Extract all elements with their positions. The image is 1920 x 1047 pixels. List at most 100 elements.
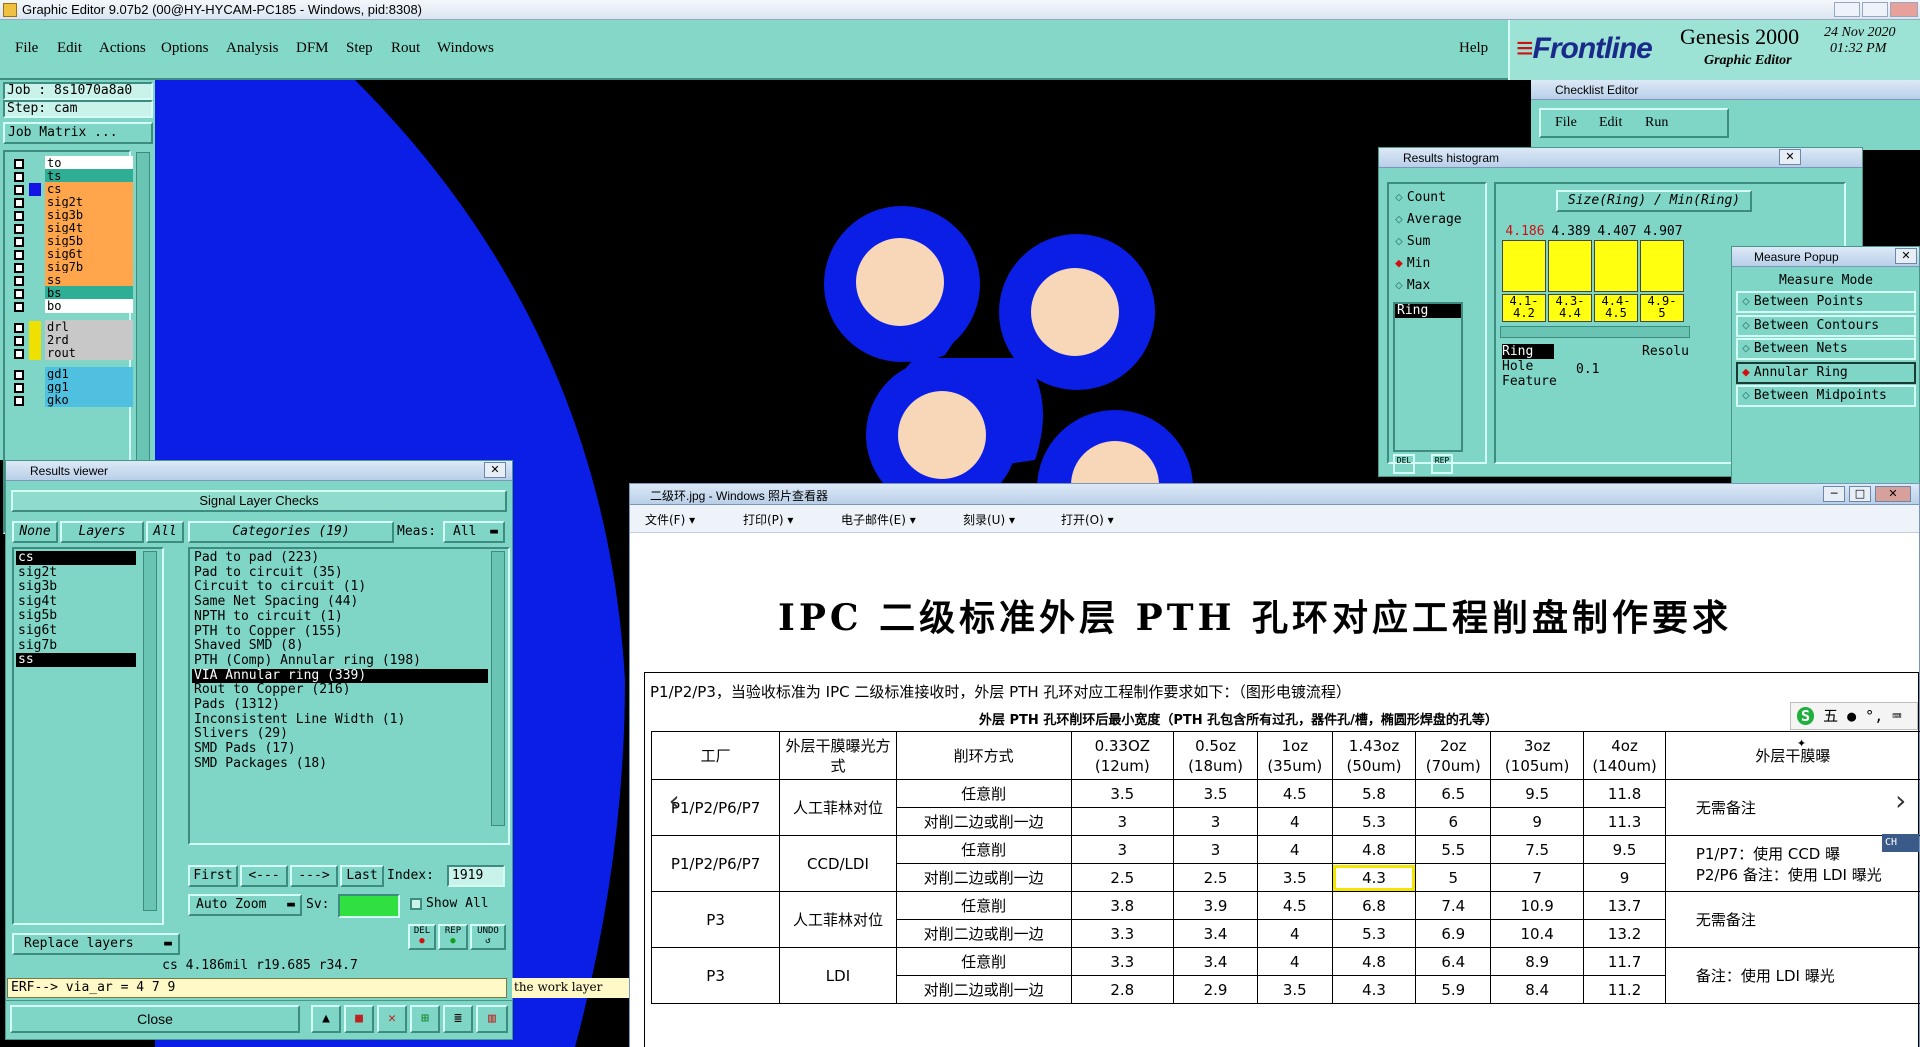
menu-options[interactable]: Options	[161, 40, 209, 57]
viewer-minimize-icon[interactable]: ─	[1823, 486, 1845, 502]
prev-image-icon[interactable]: ‹	[666, 784, 683, 817]
next-button[interactable]: --->	[290, 865, 338, 887]
layer-checkbox[interactable]	[14, 198, 24, 208]
ime-toolbar[interactable]: S 五 ● °, ⌨ ✦	[1790, 702, 1918, 751]
histogram-rep-button[interactable]: REP	[1431, 454, 1453, 474]
tool-icon-3[interactable]: ✕	[377, 1005, 407, 1033]
category-item[interactable]: Pads (1312)	[192, 698, 488, 712]
rv-layer-item[interactable]: sig4t	[16, 594, 136, 609]
layer-checkbox[interactable]	[14, 370, 24, 380]
viewer-menu-item[interactable]: 刻录(U) ▾	[963, 511, 1015, 528]
menu-rout[interactable]: Rout	[391, 40, 420, 57]
category-item[interactable]: VIA Annular ring (339)	[192, 668, 488, 683]
category-item[interactable]: PTH (Comp) Annular ring (198)	[192, 653, 488, 668]
histogram-field-feature[interactable]: Feature	[1502, 374, 1557, 389]
viewer-close-icon[interactable]: ✕	[1875, 486, 1911, 502]
layer-checkbox[interactable]	[14, 185, 24, 195]
histogram-close-icon[interactable]: ✕	[1779, 149, 1801, 165]
histogram-scrollbar[interactable]	[1500, 326, 1690, 338]
measure-option[interactable]: ◆ Annular Ring	[1736, 361, 1916, 384]
histogram-option-count[interactable]: ◇ Count	[1395, 190, 1446, 205]
histogram-list-item[interactable]: Ring	[1395, 304, 1461, 318]
category-scrollbar[interactable]	[491, 551, 505, 826]
checklist-menu-run[interactable]: Run	[1645, 115, 1668, 131]
rv-layer-item[interactable]: sig2t	[16, 565, 136, 580]
tool-icon-4[interactable]: ⊞	[410, 1005, 440, 1033]
layer-row[interactable]: rout	[11, 346, 133, 361]
layer-checkbox[interactable]	[14, 323, 24, 333]
prev-button[interactable]: <---	[240, 865, 288, 887]
histogram-field-ring[interactable]: Ring	[1502, 344, 1554, 359]
replace-layers-dropdown[interactable]: Replace layers ▬	[12, 933, 180, 955]
rv-layer-item[interactable]: sig5b	[16, 609, 136, 623]
sv-color-dropdown[interactable]	[338, 894, 400, 918]
viewer-menu-item[interactable]: 打印(P) ▾	[743, 511, 793, 528]
histogram-option-sum[interactable]: ◇ Sum	[1395, 234, 1430, 249]
layer-checkbox[interactable]	[14, 289, 24, 299]
undo-button[interactable]: UNDO ↺	[470, 924, 506, 950]
checklist-menu-edit[interactable]: Edit	[1599, 115, 1622, 131]
del-button[interactable]: DEL ●	[408, 924, 436, 950]
maximize-button[interactable]	[1862, 2, 1888, 17]
rv-layer-item[interactable]: sig6t	[16, 624, 136, 638]
layer-checkbox[interactable]	[14, 237, 24, 247]
first-button[interactable]: First	[188, 865, 238, 887]
layer-checkbox[interactable]	[14, 336, 24, 346]
rv-layer-item[interactable]: sig7b	[16, 638, 136, 653]
results-viewer-close-icon[interactable]: ✕	[484, 462, 506, 478]
layer-checkbox[interactable]	[14, 211, 24, 221]
tool-icon-6[interactable]: ▥	[476, 1005, 508, 1033]
rv-layer-item[interactable]: sig3b	[16, 580, 136, 594]
layer-row[interactable]: gko	[11, 393, 133, 408]
rv-layer-item[interactable]: ss	[16, 653, 136, 668]
layer-checkbox[interactable]	[14, 172, 24, 182]
index-input[interactable]: 1919	[447, 865, 505, 887]
menu-edit[interactable]: Edit	[57, 40, 82, 57]
menu-step[interactable]: Step	[346, 40, 373, 57]
menu-file[interactable]: File	[15, 40, 38, 57]
category-item[interactable]: Pad to pad (223)	[192, 551, 488, 565]
menu-windows[interactable]: Windows	[437, 40, 494, 57]
meas-dropdown[interactable]: All ▬	[443, 521, 505, 543]
measure-option[interactable]: ◇ Between Contours	[1736, 314, 1916, 337]
menu-analysis[interactable]: Analysis	[226, 40, 279, 57]
measure-option[interactable]: ◇ Between Nets	[1736, 338, 1916, 360]
layer-checkbox[interactable]	[14, 159, 24, 169]
layer-checkbox[interactable]	[14, 396, 24, 406]
checklist-menu-file[interactable]: File	[1555, 115, 1577, 131]
measure-option[interactable]: ◇ Between Midpoints	[1736, 385, 1916, 407]
category-item[interactable]: Slivers (29)	[192, 727, 488, 741]
rep-button[interactable]: REP ●	[438, 924, 468, 950]
minimize-button[interactable]	[1834, 2, 1860, 17]
categories-button[interactable]: Categories (19)	[188, 521, 394, 543]
category-item[interactable]: Circuit to circuit (1)	[192, 580, 488, 594]
close-window-button[interactable]	[1890, 2, 1918, 17]
menu-dfm[interactable]: DFM	[296, 40, 329, 57]
measure-option[interactable]: ◇ Between Points	[1736, 291, 1916, 313]
layers-button[interactable]: Layers	[60, 521, 144, 543]
layer-checkbox[interactable]	[14, 349, 24, 359]
show-all-checkbox[interactable]	[410, 898, 422, 910]
menu-help[interactable]: Help	[1459, 40, 1488, 57]
layer-checkbox[interactable]	[14, 263, 24, 273]
layer-checkbox[interactable]	[14, 302, 24, 312]
rv-layer-scrollbar[interactable]	[143, 551, 157, 911]
histogram-del-button[interactable]: DEL	[1393, 454, 1415, 474]
histogram-option-average[interactable]: ◇ Average	[1395, 212, 1462, 227]
next-image-icon[interactable]: ›	[1892, 784, 1909, 817]
viewer-menu-item[interactable]: 打开(O) ▾	[1061, 511, 1114, 528]
layer-checkbox[interactable]	[14, 276, 24, 286]
category-item[interactable]: Same Net Spacing (44)	[192, 595, 488, 609]
tool-icon-1[interactable]: ▲	[311, 1005, 341, 1033]
category-item[interactable]: Inconsistent Line Width (1)	[192, 712, 488, 727]
category-item[interactable]: SMD Packages (18)	[192, 756, 488, 771]
category-item[interactable]: PTH to Copper (155)	[192, 624, 488, 639]
category-item[interactable]: Rout to Copper (216)	[192, 683, 488, 697]
category-item[interactable]: SMD Pads (17)	[192, 742, 488, 756]
measure-close-icon[interactable]: ✕	[1895, 248, 1917, 264]
menu-actions[interactable]: Actions	[99, 40, 146, 57]
tool-icon-2[interactable]: ■	[344, 1005, 374, 1033]
layer-row[interactable]: bo	[11, 299, 133, 314]
layer-checkbox[interactable]	[14, 250, 24, 260]
category-item[interactable]: Pad to circuit (35)	[192, 565, 488, 580]
